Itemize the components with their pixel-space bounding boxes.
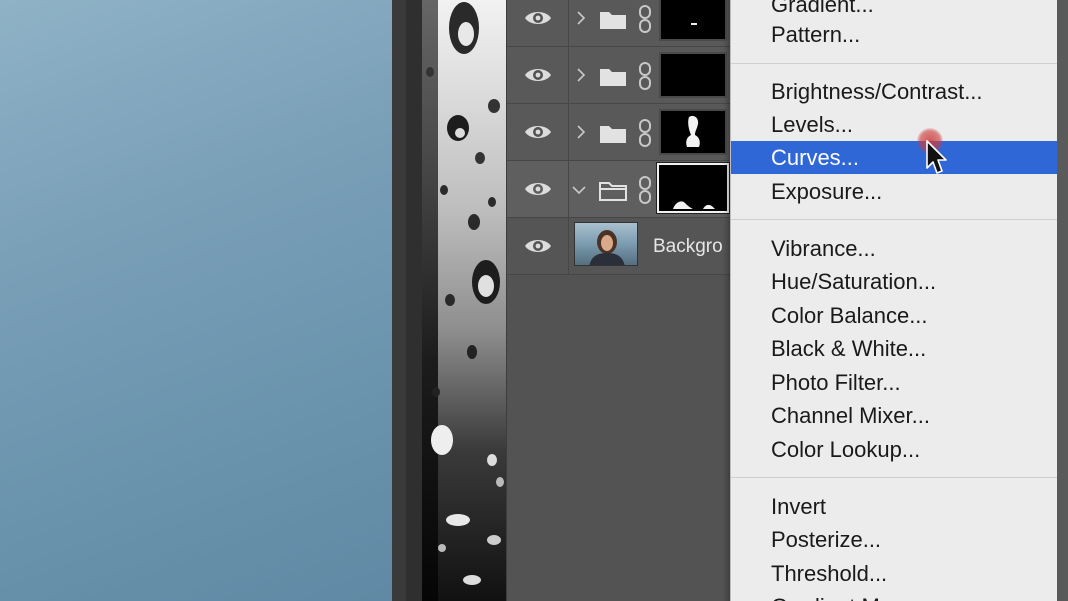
eye-icon[interactable] xyxy=(524,64,552,86)
document-canvas[interactable] xyxy=(0,0,392,601)
layer-row-group-1[interactable] xyxy=(507,0,731,47)
menu-item-photo-filter[interactable]: Photo Filter... xyxy=(731,366,1058,399)
link-icon[interactable] xyxy=(637,118,653,148)
layers-panel: Backgro xyxy=(506,0,731,601)
chevron-down-icon[interactable] xyxy=(571,184,587,196)
visibility-cell[interactable] xyxy=(507,47,569,104)
menu-item-vibrance[interactable]: Vibrance... xyxy=(731,232,1058,265)
panel-right-edge xyxy=(1057,0,1068,601)
background-layer-thumbnail[interactable] xyxy=(574,222,638,266)
chevron-right-icon[interactable] xyxy=(575,10,587,26)
layer-mask-thumbnail[interactable] xyxy=(659,109,727,155)
menu-separator xyxy=(731,63,1058,64)
menu-item-hue-saturation[interactable]: Hue/Saturation... xyxy=(731,265,1058,298)
eye-icon[interactable] xyxy=(524,178,552,200)
eye-icon[interactable] xyxy=(524,121,552,143)
visibility-cell[interactable] xyxy=(507,218,569,275)
visibility-cell[interactable] xyxy=(507,104,569,161)
mask-dash xyxy=(691,23,697,25)
folder-open-icon xyxy=(599,182,627,201)
eye-icon[interactable] xyxy=(524,235,552,257)
visibility-cell[interactable] xyxy=(507,0,569,47)
menu-separator xyxy=(731,219,1058,220)
raindrop-drops xyxy=(426,2,504,585)
layer-row-group-4[interactable] xyxy=(507,161,731,218)
raindrop-image-strip xyxy=(422,0,506,601)
adjustment-layer-menu: Gradient... Pattern... Brightness/Contra… xyxy=(730,0,1058,601)
layer-name-background[interactable]: Backgro xyxy=(653,236,723,258)
menu-item-levels[interactable]: Levels... xyxy=(731,108,1058,141)
layer-mask-thumbnail[interactable] xyxy=(659,0,727,41)
layer-mask-thumbnail-selected[interactable] xyxy=(656,162,730,214)
menu-item-black-white[interactable]: Black & White... xyxy=(731,332,1058,365)
link-icon[interactable] xyxy=(637,61,653,91)
menu-item-pattern[interactable]: Pattern... xyxy=(731,18,1058,51)
link-icon[interactable] xyxy=(637,4,653,34)
folder-icon xyxy=(600,12,626,29)
mouse-cursor-icon xyxy=(926,140,947,174)
canvas-dark-margin xyxy=(406,0,422,601)
menu-item-threshold[interactable]: Threshold... xyxy=(731,557,1058,590)
menu-item-channel-mixer[interactable]: Channel Mixer... xyxy=(731,399,1058,432)
chevron-right-icon[interactable] xyxy=(575,124,587,140)
menu-item-brightness-contrast[interactable]: Brightness/Contrast... xyxy=(731,75,1058,108)
visibility-cell[interactable] xyxy=(507,161,569,218)
layer-row-group-2[interactable] xyxy=(507,47,731,104)
menu-item-invert[interactable]: Invert xyxy=(731,490,1058,523)
portrait-thumbnail-image xyxy=(589,230,625,265)
layer-mask-thumbnail[interactable] xyxy=(659,52,727,98)
canvas-scroll-edge xyxy=(392,0,406,601)
eye-icon[interactable] xyxy=(524,7,552,29)
chevron-right-icon[interactable] xyxy=(575,67,587,83)
menu-item-exposure[interactable]: Exposure... xyxy=(731,175,1058,208)
menu-separator xyxy=(731,477,1058,478)
folder-icon xyxy=(600,126,626,143)
mask-figure-shape xyxy=(686,115,700,147)
menu-item-color-balance[interactable]: Color Balance... xyxy=(731,299,1058,332)
menu-item-gradient-map[interactable]: Gradient Map... xyxy=(731,590,1058,601)
menu-item-posterize[interactable]: Posterize... xyxy=(731,523,1058,556)
folder-icon xyxy=(600,69,626,86)
menu-item-curves[interactable]: Curves... xyxy=(731,141,1058,174)
mask-blob-shapes xyxy=(673,201,715,209)
layer-row-group-3[interactable] xyxy=(507,104,731,161)
layer-row-background[interactable]: Backgro xyxy=(507,218,731,275)
link-icon[interactable] xyxy=(637,175,653,205)
menu-item-color-lookup[interactable]: Color Lookup... xyxy=(731,433,1058,466)
